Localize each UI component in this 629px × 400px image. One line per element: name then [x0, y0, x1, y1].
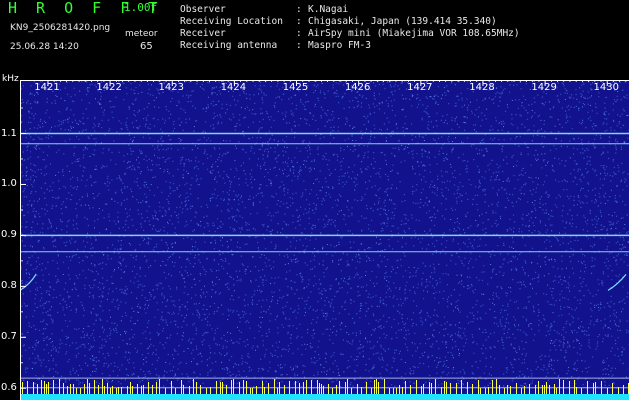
location-key: Receiving Location — [180, 16, 283, 27]
frequency-tick-label: 0.6 — [1, 382, 17, 394]
observer-key: Observer — [180, 4, 226, 15]
frequency-tick-label: 0.7 — [1, 331, 17, 343]
antenna-key: Receiving antenna — [180, 40, 278, 51]
time-tick-label: 1428 — [469, 82, 494, 93]
spectrogram-plot: 1421 1422 1423 1424 1425 1426 1427 1428 1429 1430 — [20, 80, 629, 400]
time-tick-label: 1425 — [283, 82, 308, 93]
time-tick-label: 1429 — [531, 82, 556, 93]
spectrogram-background — [20, 80, 629, 400]
receiver-key: Receiver — [180, 28, 226, 39]
meteor-count: 65 — [140, 41, 153, 52]
frequency-unit-label: kHz — [2, 74, 19, 84]
time-tick-label: 1422 — [96, 82, 121, 93]
frequency-tick-label: 0.9 — [1, 229, 17, 241]
time-tick-label: 1421 — [34, 82, 59, 93]
observer-value: K.Nagai — [308, 4, 349, 15]
detection-baseline — [20, 394, 629, 400]
meteor-label: meteor — [125, 29, 158, 39]
frequency-tick-label: 0.8 — [1, 280, 17, 292]
time-tick-label: 1423 — [159, 82, 184, 93]
file-name: KN9_2506281420.png — [10, 23, 111, 33]
frequency-tick-label: 1.0 — [1, 178, 17, 190]
frequency-tick-label: 1.1 — [1, 127, 17, 139]
receiver-sep: : — [296, 28, 302, 39]
time-tick-label: 1430 — [594, 82, 619, 93]
receiver-value: AirSpy mini (Miakejima VOR 108.65MHz) — [308, 28, 520, 39]
header-panel: H R O F F T 1.00f KN9_2506281420.png met… — [0, 0, 629, 73]
location-sep: : — [296, 16, 302, 27]
version-label: 1.00f — [124, 1, 158, 14]
time-tick-label: 1427 — [407, 82, 432, 93]
antenna-sep: : — [296, 40, 302, 51]
datetime-label: 25.06.28 14:20 — [10, 42, 79, 52]
time-tick-label: 1426 — [345, 82, 370, 93]
location-value: Chigasaki, Japan (139.414 35.340) — [308, 16, 497, 27]
time-tick-label: 1424 — [221, 82, 246, 93]
observer-sep: : — [296, 4, 302, 15]
antenna-value: Maspro FM-3 — [308, 40, 371, 51]
